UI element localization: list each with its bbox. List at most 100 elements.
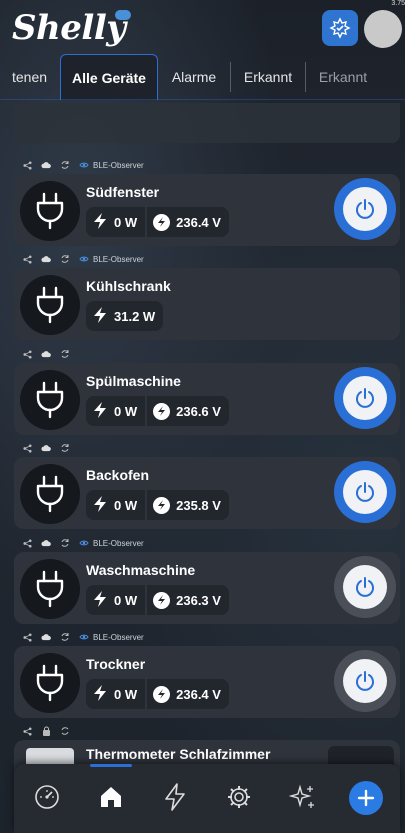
power-toggle[interactable] bbox=[334, 556, 396, 618]
power-reading: 0 W bbox=[86, 490, 146, 520]
share-icon[interactable] bbox=[22, 254, 32, 264]
device-card[interactable]: Südfenster 0 W 236.4 V bbox=[14, 174, 400, 246]
power-value: 0 W bbox=[114, 214, 138, 230]
power-value: 0 W bbox=[114, 497, 138, 513]
plug-icon bbox=[20, 464, 80, 524]
sync-icon bbox=[60, 349, 70, 359]
device-name: Südfenster bbox=[86, 184, 160, 200]
sync-icon bbox=[60, 632, 70, 642]
device-name: Waschmaschine bbox=[86, 562, 196, 578]
add-icon bbox=[357, 789, 375, 807]
cloud-icon bbox=[41, 443, 51, 453]
card-meta-strip bbox=[14, 722, 400, 740]
share-icon[interactable] bbox=[22, 349, 32, 359]
gauge-icon[interactable] bbox=[32, 782, 62, 812]
tab-alarms[interactable]: Alarme bbox=[160, 54, 228, 100]
sync-icon bbox=[60, 443, 70, 453]
gear-icon[interactable] bbox=[224, 782, 254, 812]
ble-observer-badge: BLE-Observer bbox=[79, 254, 144, 264]
voltage-value: 236.6 V bbox=[176, 403, 221, 419]
power-icon bbox=[343, 376, 387, 420]
device-metrics: 31.2 W bbox=[86, 301, 164, 331]
card-meta-strip: BLE-Observer bbox=[14, 250, 400, 268]
badge-star-icon bbox=[329, 17, 351, 39]
ble-observer-badge: BLE-Observer bbox=[79, 538, 144, 548]
app-header: Shelly 3.75 bbox=[0, 0, 405, 54]
power-reading: 0 W bbox=[86, 396, 146, 426]
power-toggle[interactable] bbox=[334, 650, 396, 712]
plug-icon bbox=[20, 275, 80, 335]
power-value: 0 W bbox=[114, 686, 138, 702]
card-meta-strip: BLE-Observer bbox=[14, 628, 400, 646]
device-card[interactable]: Kühlschrank 31.2 W bbox=[14, 268, 400, 340]
voltage-value: 235.8 V bbox=[176, 497, 221, 513]
power-icon bbox=[343, 470, 387, 514]
bolt-icon bbox=[92, 590, 108, 611]
voltage-icon bbox=[153, 685, 171, 703]
share-icon[interactable] bbox=[22, 726, 32, 736]
voltage-reading: 235.8 V bbox=[147, 490, 229, 520]
cloud-icon bbox=[41, 254, 51, 264]
plug-icon bbox=[20, 559, 80, 619]
device-metrics: 0 W 236.6 V bbox=[86, 396, 229, 426]
eye-icon bbox=[79, 254, 89, 264]
voltage-icon bbox=[153, 591, 171, 609]
partial-device-card-top bbox=[14, 103, 400, 143]
bottom-navigation bbox=[14, 764, 400, 833]
cloud-icon bbox=[41, 349, 51, 359]
voltage-value: 236.4 V bbox=[176, 686, 221, 702]
share-icon[interactable] bbox=[22, 538, 32, 548]
power-value: 31.2 W bbox=[114, 308, 156, 324]
device-name: Trockner bbox=[86, 656, 146, 672]
ble-label: BLE-Observer bbox=[93, 632, 144, 642]
card-meta-strip: BLE-Observer bbox=[14, 534, 400, 552]
tab-divider bbox=[230, 62, 231, 92]
bolt-icon bbox=[92, 212, 108, 233]
share-icon[interactable] bbox=[22, 632, 32, 642]
voltage-icon bbox=[153, 213, 171, 231]
device-card[interactable]: Backofen 0 W 235.8 V bbox=[14, 457, 400, 529]
bolt-icon bbox=[92, 401, 108, 422]
bolt-icon bbox=[92, 306, 108, 327]
plug-icon bbox=[20, 181, 80, 241]
card-meta-strip: BLE-Observer bbox=[14, 156, 400, 174]
power-reading: 0 W bbox=[86, 679, 146, 709]
device-card[interactable]: Waschmaschine 0 W 236.3 V bbox=[14, 552, 400, 624]
add-device-button[interactable] bbox=[349, 781, 383, 815]
bolt-icon bbox=[92, 495, 108, 516]
power-icon bbox=[343, 659, 387, 703]
tab-discovered[interactable]: Erkannt bbox=[232, 54, 304, 100]
cloud-icon bbox=[41, 538, 51, 548]
voltage-reading: 236.3 V bbox=[147, 585, 229, 615]
tab-divider bbox=[305, 62, 306, 92]
ble-label: BLE-Observer bbox=[93, 160, 144, 170]
voltage-icon bbox=[153, 496, 171, 514]
share-icon[interactable] bbox=[22, 443, 32, 453]
sync-icon bbox=[60, 254, 70, 264]
sparkles-icon[interactable] bbox=[288, 782, 318, 812]
tab-underline bbox=[0, 99, 405, 100]
power-icon bbox=[343, 187, 387, 231]
power-icon bbox=[343, 565, 387, 609]
power-reading: 0 W bbox=[86, 585, 146, 615]
tab-all-devices[interactable]: Alle Geräte bbox=[60, 54, 158, 100]
home-icon[interactable] bbox=[96, 782, 126, 812]
power-toggle[interactable] bbox=[334, 178, 396, 240]
scan-badge-button[interactable] bbox=[322, 10, 358, 46]
voltage-reading: 236.4 V bbox=[147, 679, 229, 709]
device-name: Backofen bbox=[86, 467, 150, 483]
power-toggle[interactable] bbox=[334, 367, 396, 429]
ble-observer-badge: BLE-Observer bbox=[79, 160, 144, 170]
active-nav-indicator bbox=[90, 764, 132, 767]
power-reading: 31.2 W bbox=[86, 301, 164, 331]
share-icon[interactable] bbox=[22, 160, 32, 170]
tab-discovered-2[interactable]: Erkannt bbox=[307, 54, 379, 100]
bolt-icon[interactable] bbox=[160, 782, 190, 812]
device-card[interactable]: Trockner 0 W 236.4 V bbox=[14, 646, 400, 718]
tab-partial[interactable]: tenen bbox=[0, 54, 56, 100]
power-reading: 0 W bbox=[86, 207, 146, 237]
device-card[interactable]: Spülmaschine 0 W 236.6 V bbox=[14, 363, 400, 435]
bolt-icon bbox=[92, 684, 108, 705]
user-avatar[interactable] bbox=[364, 10, 402, 48]
power-toggle[interactable] bbox=[334, 461, 396, 523]
